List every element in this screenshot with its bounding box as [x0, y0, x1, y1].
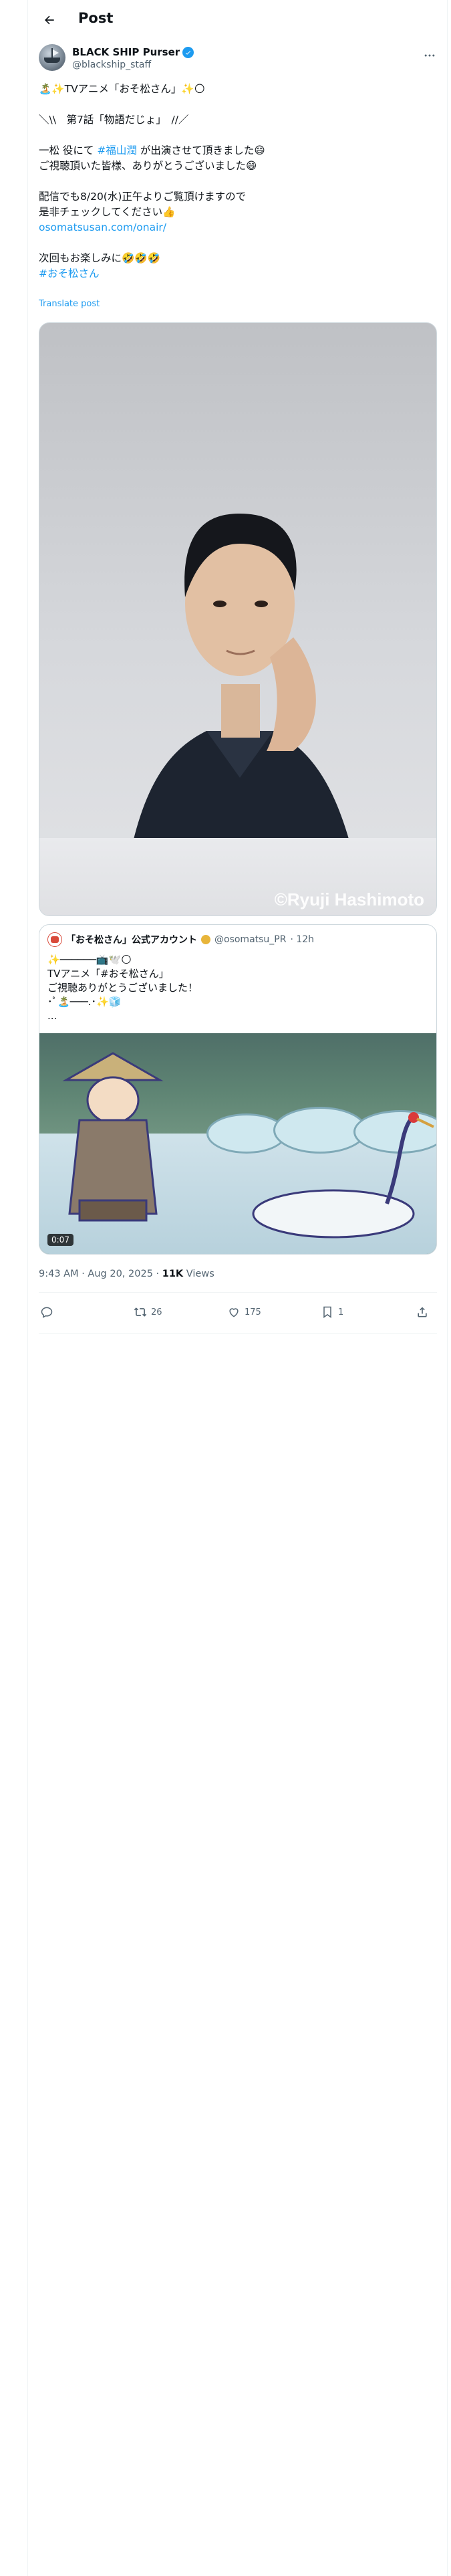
- share-icon: [418, 1307, 427, 1317]
- portrait-figure: [100, 514, 387, 916]
- post-line: ご視聴頂いた皆様、ありがとうございました😄: [39, 160, 257, 172]
- quoted-avatar: [47, 932, 62, 947]
- external-link[interactable]: osomatsusan.com/onair/: [39, 220, 440, 235]
- views-label: Views: [183, 1269, 214, 1279]
- back-button[interactable]: [37, 8, 61, 32]
- bookmark-button[interactable]: 1: [321, 1305, 343, 1319]
- video-duration: 0:07: [47, 1234, 73, 1246]
- post-photo[interactable]: ©Ryuji Hashimoto: [39, 322, 437, 916]
- quoted-author-name: 「おそ松さん」公式アカウント: [66, 935, 197, 946]
- post-line: が出演させて頂きました😄: [140, 144, 265, 156]
- quoted-line: ･ﾟ🏝️───.･✨🧊: [47, 996, 122, 1008]
- quoted-post-time: · 12h: [290, 934, 315, 945]
- verified-org-badge-icon: [201, 935, 210, 944]
- post-text: 🏝️✨TVアニメ「おそ松さん」✨🌕 ＼\\ 第7話「物語だじょ」 //／ 一松 …: [39, 82, 440, 282]
- hashtag-link[interactable]: #おそ松さん: [39, 266, 440, 282]
- post-timestamp: 9:43 AM · Aug 20, 2025 · 11K Views: [39, 1269, 214, 1279]
- quoted-line: ✨──────📺🕊️🌕: [47, 954, 132, 966]
- post-author: BLACK SHIP Purser @blackship_staff: [39, 44, 440, 75]
- like-button[interactable]: 175: [227, 1305, 261, 1319]
- anime-scene: [62, 1052, 434, 1239]
- quoted-line: ご視聴ありがとうございました！: [47, 982, 198, 994]
- divider: [39, 1333, 437, 1334]
- post-time[interactable]: 9:43 AM · Aug 20, 2025 ·: [39, 1269, 162, 1279]
- quoted-post[interactable]: 「おそ松さん」公式アカウント @osomatsu_PR · 12h ✨─────…: [39, 924, 437, 1255]
- reply-button[interactable]: [40, 1305, 53, 1319]
- quoted-author-handle: @osomatsu_PR: [214, 934, 287, 945]
- verified-badge-icon: [182, 46, 194, 58]
- main-column: Post BLACK SHIP Purser @blackship_staff …: [27, 0, 448, 2576]
- repost-icon: [134, 1307, 147, 1317]
- repost-count: 26: [151, 1307, 162, 1317]
- post-line: ＼\\ 第7話「物語だじょ」 //／: [39, 114, 189, 126]
- more-options-button[interactable]: [420, 45, 440, 66]
- translate-post-link[interactable]: Translate post: [39, 299, 100, 309]
- bookmark-icon: [323, 1306, 331, 1318]
- arrow-left-icon: [45, 15, 54, 25]
- more-icon: [424, 54, 435, 57]
- repost-button[interactable]: 26: [134, 1305, 162, 1319]
- quoted-line: TVアニメ「#おそ松さん」: [47, 968, 169, 980]
- share-button[interactable]: [416, 1305, 429, 1319]
- action-bar: 26 175 1: [39, 1300, 437, 1327]
- post-line: 🏝️✨TVアニメ「おそ松さん」✨🌕: [39, 83, 205, 95]
- hashtag-link[interactable]: #福山潤: [97, 144, 137, 156]
- post-line: 配信でも8/20(水)正午よりご覧頂けますので: [39, 191, 247, 203]
- quoted-video[interactable]: 0:07: [39, 1033, 436, 1254]
- quoted-text: ✨──────📺🕊️🌕 TVアニメ「#おそ松さん」 ご視聴ありがとうございました…: [47, 953, 428, 1023]
- reply-icon: [41, 1307, 53, 1318]
- photo-watermark: ©Ryuji Hashimoto: [274, 889, 424, 909]
- like-count: 175: [245, 1307, 261, 1317]
- post-line: 一松 役にて: [39, 144, 94, 156]
- divider: [39, 1292, 437, 1293]
- top-bar: Post: [28, 0, 447, 40]
- post-line: 是非チェックしてください👍: [39, 206, 176, 218]
- author-handle[interactable]: @blackship_staff: [72, 60, 151, 70]
- quoted-line: ...: [47, 1010, 57, 1022]
- bookmark-count: 1: [338, 1307, 344, 1317]
- author-name[interactable]: BLACK SHIP Purser: [72, 46, 180, 58]
- avatar[interactable]: [39, 44, 65, 71]
- heart-icon: [229, 1308, 239, 1317]
- views-count: 11K: [162, 1269, 184, 1279]
- page-title: Post: [78, 10, 114, 26]
- post-line: 次回もお楽しみに🤣🤣🤣: [39, 252, 160, 264]
